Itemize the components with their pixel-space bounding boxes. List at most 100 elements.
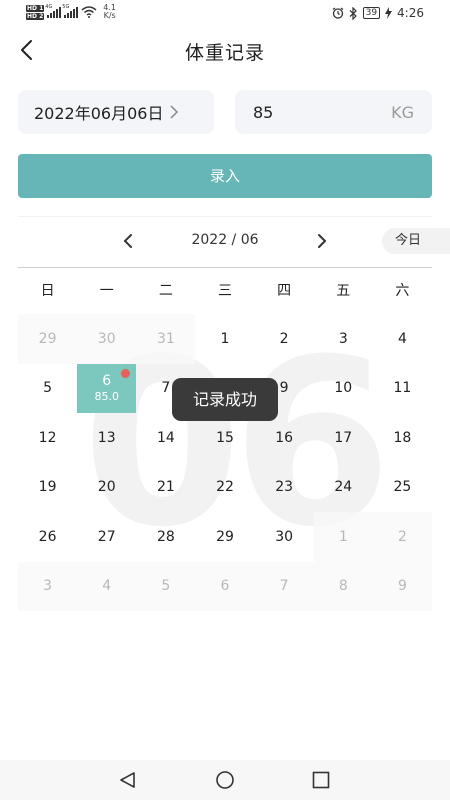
nav-back-button[interactable] (118, 770, 138, 794)
calendar-day[interactable]: 1 (195, 314, 254, 364)
calendar-day[interactable]: 21 (136, 463, 195, 513)
chevron-right-icon (170, 105, 179, 119)
bluetooth-icon (349, 6, 357, 20)
calendar-day[interactable]: 6 (195, 561, 255, 611)
weekday-label: 一 (99, 283, 114, 299)
day-number: 4 (102, 578, 112, 595)
calendar-day[interactable]: 26 (18, 512, 77, 562)
calendar-day[interactable]: 27 (77, 512, 136, 562)
day-number: 31 (156, 330, 175, 347)
calendar-day[interactable]: 13 (77, 413, 136, 463)
net-speed: 4.1 K/s (103, 4, 116, 20)
calendar-day[interactable]: 11 (373, 364, 432, 414)
status-bar: HD 1 HD 2 4G 5G 4.1 K/s 39 4:26 (0, 0, 450, 28)
day-number: 10 (334, 380, 353, 397)
signal-5g-icon: 5G (62, 4, 79, 18)
signal-4g-icon: 4G (45, 4, 62, 18)
square-recents-icon (312, 771, 330, 789)
calendar-day[interactable]: 9 (372, 561, 432, 611)
day-number: 30 (275, 528, 294, 545)
day-number: 5 (43, 380, 53, 397)
weekday-label: 五 (336, 283, 351, 299)
calendar-day-selected[interactable]: 6 85.0 (77, 363, 137, 413)
date-value: 2022年06月06日 (34, 104, 164, 123)
day-number: 25 (393, 479, 412, 496)
divider (18, 216, 432, 217)
status-right: 39 4:26 (332, 6, 424, 20)
sim-indicators: HD 1 HD 2 (26, 4, 45, 20)
date-picker[interactable]: 2022年06月06日 (18, 90, 214, 134)
calendar-day[interactable]: 25 (373, 463, 432, 513)
nav-home-button[interactable] (215, 770, 235, 794)
weekday-label: 日 (40, 283, 55, 299)
wifi-icon (81, 6, 97, 18)
day-number: 1 (338, 528, 348, 545)
day-number: 15 (216, 429, 234, 446)
day-number: 21 (156, 479, 175, 496)
sim1-label: HD 1 (26, 4, 45, 12)
day-number: 4 (397, 330, 407, 347)
calendar-day[interactable]: 31 (136, 314, 196, 364)
calendar-day[interactable]: 4 (77, 561, 137, 611)
nav-recents-button[interactable] (311, 770, 331, 794)
chevron-right-icon (318, 234, 327, 248)
status-left: HD 1 HD 2 4G 5G 4.1 K/s (26, 4, 116, 20)
header: 体重记录 (0, 36, 450, 66)
submit-button[interactable]: 录入 (18, 154, 432, 198)
calendar-day[interactable]: 20 (77, 463, 136, 513)
record-form: 2022年06月06日 KG (18, 90, 432, 134)
net2-label: 5G (62, 4, 70, 10)
sim2-label: HD 2 (26, 12, 45, 20)
day-number: 23 (275, 479, 294, 496)
alarm-icon (332, 7, 343, 19)
record-dot-icon (121, 368, 131, 378)
day-number: 1 (220, 330, 230, 347)
calendar-day[interactable]: 2 (372, 512, 432, 562)
calendar-day[interactable]: 18 (373, 413, 432, 463)
calendar-day[interactable]: 7 (254, 561, 314, 611)
day-number: 12 (38, 429, 57, 446)
calendar-day[interactable]: 1 (313, 512, 373, 562)
calendar-day[interactable]: 10 (314, 364, 373, 414)
weight-field[interactable]: KG (235, 90, 432, 134)
calendar-day[interactable]: 4 (373, 314, 432, 364)
calendar-day[interactable]: 22 (195, 463, 254, 513)
day-number: 11 (393, 380, 412, 397)
calendar-day[interactable]: 2 (255, 314, 314, 364)
day-number: 24 (334, 479, 353, 496)
next-month-button[interactable] (312, 228, 332, 254)
calendar-day[interactable]: 5 (18, 364, 77, 414)
calendar-day[interactable]: 17 (314, 413, 373, 463)
calendar-day[interactable]: 5 (136, 561, 196, 611)
calendar-day[interactable]: 12 (18, 413, 77, 463)
calendar-day[interactable]: 3 (18, 561, 78, 611)
calendar-day[interactable]: 8 (313, 561, 373, 611)
calendar-day[interactable]: 30 (77, 314, 137, 364)
calendar-day[interactable]: 3 (314, 314, 373, 364)
day-number: 26 (38, 528, 57, 545)
battery-level: 39 (362, 7, 381, 19)
day-number: 7 (161, 380, 171, 397)
calendar-day[interactable]: 23 (255, 463, 314, 513)
day-number: 5 (161, 578, 171, 595)
day-number: 13 (97, 429, 116, 446)
day-number: 6 (220, 578, 230, 595)
day-number: 28 (156, 528, 175, 545)
calendar-day[interactable]: 19 (18, 463, 77, 513)
weight-input[interactable] (253, 102, 353, 122)
day-number: 2 (397, 528, 407, 545)
triangle-back-icon (120, 772, 135, 788)
circle-home-icon (216, 771, 234, 789)
day-number: 6 (102, 373, 112, 390)
day-number: 17 (334, 429, 353, 446)
calendar-day[interactable]: 29 (18, 314, 78, 364)
charging-icon (385, 7, 393, 19)
today-button[interactable]: 今日 (382, 228, 450, 254)
calendar-day[interactable]: 30 (255, 512, 314, 562)
day-number: 3 (43, 578, 53, 595)
weekday-label: 四 (277, 283, 292, 299)
calendar-day[interactable]: 28 (136, 512, 195, 562)
calendar-day[interactable]: 29 (195, 512, 254, 562)
divider (18, 267, 432, 268)
calendar-day[interactable]: 24 (314, 463, 373, 513)
